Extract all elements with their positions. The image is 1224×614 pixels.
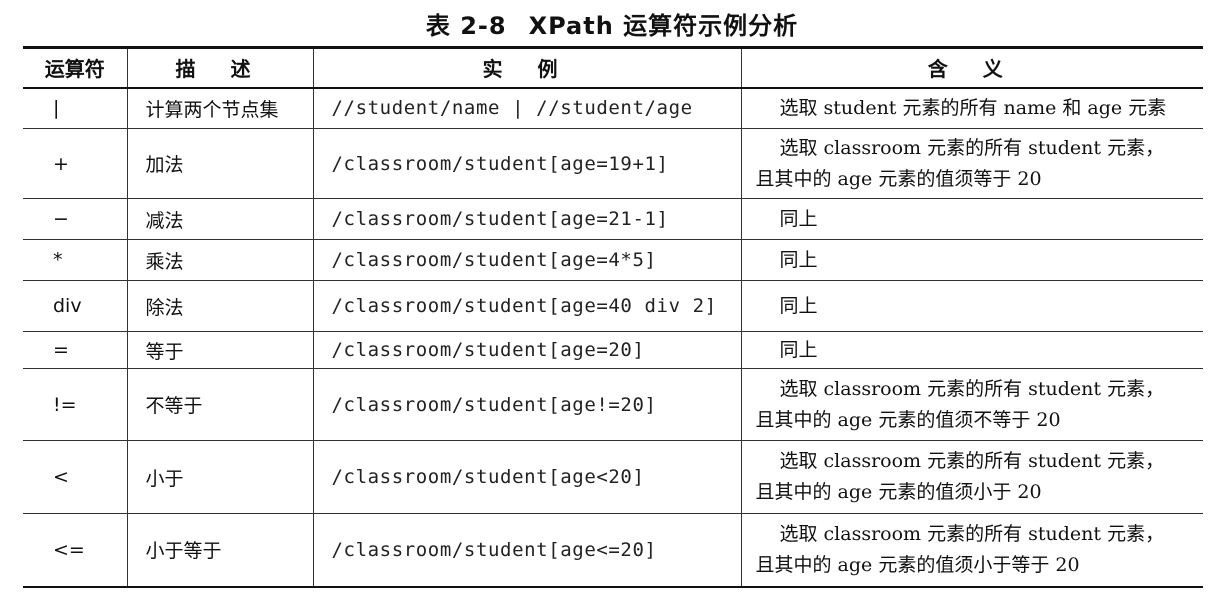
document-page: 表 2-8 XPath 运算符示例分析 运算符 描 述 实 例 含 义 | 计算两… [0,0,1224,614]
meaning-line: 且其中的 age 元素的值须小于等于 20 [755,553,1080,576]
description-cell: 小于 [127,440,314,514]
operator-cell: < [23,440,128,514]
meaning-line: 选取 classroom 元素的所有 student 元素， [779,136,1165,159]
example-cell: //student/name | //student/age [313,87,742,129]
description-cell: 乘法 [127,239,314,281]
description-cell: 加法 [127,128,314,199]
meaning-line: 选取 classroom 元素的所有 student 元素， [779,450,1165,472]
header-example: 实 例 [313,46,742,89]
meaning-line: 选取 student 元素的所有 name 和 age 元素 [779,96,1167,119]
example-cell: /classroom/student[age=19+1] [313,128,742,199]
meaning-line: 选取 classroom 元素的所有 student 元素， [779,522,1165,545]
table-row: < 小于 /classroom/student[age<20] 选取 class… [23,440,1203,514]
operator-cell: * [23,239,128,281]
table-row: <= 小于等于 /classroom/student[age<=20] 选取 c… [23,513,1203,588]
description-cell: 不等于 [127,368,314,441]
table-row: | 计算两个节点集 //student/name | //student/age… [23,87,1203,129]
meaning-line: 且其中的 age 元素的值须小于 20 [755,481,1042,503]
meaning-line: 选取 classroom 元素的所有 student 元素， [779,377,1165,400]
operator-cell: = [23,331,128,369]
meaning-line: 同上 [779,338,818,361]
meaning-line: 且其中的 age 元素的值须不等于 20 [755,408,1061,431]
example-cell: /classroom/student[age=40 div 2] [313,280,742,332]
example-cell: /classroom/student[age<=20] [313,513,742,588]
meaning-cell: 同上 [741,331,1203,369]
meaning-cell: 选取 classroom 元素的所有 student 元素， 且其中的 age … [741,513,1203,588]
meaning-cell: 选取 student 元素的所有 name 和 age 元素 [741,87,1203,129]
meaning-line: 同上 [779,207,818,230]
table-row: = 等于 /classroom/student[age=20] 同上 [23,331,1203,369]
table-row: * 乘法 /classroom/student[age=4*5] 同上 [23,239,1203,281]
meaning-cell: 同上 [741,198,1203,240]
example-cell: /classroom/student[age=20] [313,331,742,369]
header-description: 描 述 [127,46,314,89]
table-row: + 加法 /classroom/student[age=19+1] 选取 cla… [23,128,1203,199]
meaning-line: 同上 [779,294,818,317]
operator-cell: + [23,128,128,199]
table-row: != 不等于 /classroom/student[age!=20] 选取 cl… [23,368,1203,441]
meaning-cell: 选取 classroom 元素的所有 student 元素， 且其中的 age … [741,128,1203,199]
table-header-row: 运算符 描 述 实 例 含 义 [23,46,1203,89]
table-title: XPath 运算符示例分析 [528,12,799,40]
meaning-cell: 同上 [741,239,1203,281]
operator-cell: != [23,368,128,441]
operator-cell: − [23,198,128,240]
table-row: − 减法 /classroom/student[age=21-1] 同上 [23,198,1203,240]
operator-cell: <= [23,513,128,588]
description-cell: 计算两个节点集 [127,87,314,129]
operator-cell: div [23,280,128,332]
operator-cell: | [23,87,128,129]
header-meaning: 含 义 [741,46,1203,89]
example-cell: /classroom/student[age!=20] [313,368,742,441]
table-caption: 表 2-8 XPath 运算符示例分析 [0,6,1224,41]
meaning-cell: 选取 classroom 元素的所有 student 元素， 且其中的 age … [741,368,1203,441]
meaning-cell: 选取 classroom 元素的所有 student 元素， 且其中的 age … [741,440,1203,514]
meaning-line: 且其中的 age 元素的值须等于 20 [755,167,1042,190]
xpath-operators-table: 运算符 描 述 实 例 含 义 | 计算两个节点集 //student/name… [23,46,1203,588]
meaning-line: 同上 [779,248,818,271]
example-cell: /classroom/student[age<20] [313,440,742,514]
example-cell: /classroom/student[age=21-1] [313,198,742,240]
header-operator: 运算符 [23,46,128,89]
table-row: div 除法 /classroom/student[age=40 div 2] … [23,280,1203,332]
example-cell: /classroom/student[age=4*5] [313,239,742,281]
description-cell: 除法 [127,280,314,332]
description-cell: 小于等于 [127,513,314,588]
description-cell: 减法 [127,198,314,240]
meaning-cell: 同上 [741,280,1203,332]
table-number: 表 2-8 [425,12,507,40]
description-cell: 等于 [127,331,314,369]
